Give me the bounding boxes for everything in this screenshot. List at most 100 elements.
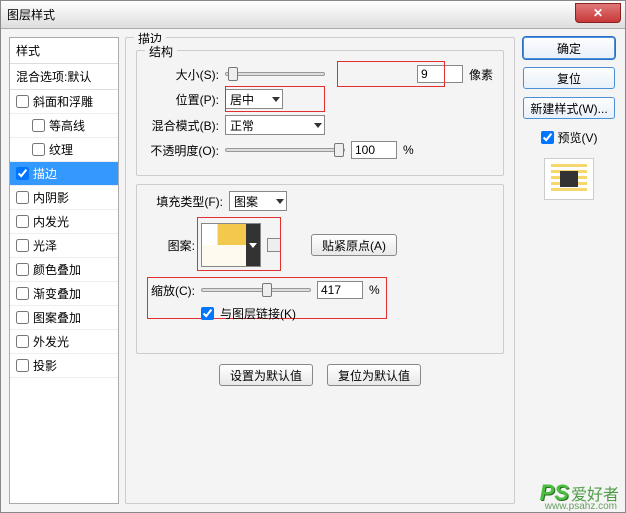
style-item-9[interactable]: 图案叠加	[10, 306, 118, 330]
pattern-swatch-icon	[202, 224, 246, 266]
styles-list-panel: 样式 混合选项:默认 斜面和浮雕等高线纹理描边内阴影内发光光泽颜色叠加渐变叠加图…	[9, 37, 119, 504]
opacity-label: 不透明度(O):	[147, 142, 219, 159]
preview-thumbnail	[544, 158, 594, 200]
style-label: 斜面和浮雕	[33, 93, 93, 110]
set-default-button[interactable]: 设置为默认值	[219, 364, 313, 386]
blend-options-header[interactable]: 混合选项:默认	[10, 64, 118, 90]
chevron-down-icon	[276, 199, 284, 204]
style-label: 颜色叠加	[33, 261, 81, 278]
preview-label: 预览(V)	[558, 129, 598, 146]
blend-mode-dropdown[interactable]: 正常	[225, 115, 325, 135]
style-label: 等高线	[49, 117, 85, 134]
style-checkbox[interactable]	[16, 287, 29, 300]
slider-thumb-icon[interactable]	[334, 143, 344, 157]
style-checkbox[interactable]	[16, 335, 29, 348]
slider-thumb-icon[interactable]	[228, 67, 238, 81]
opacity-input[interactable]	[351, 141, 397, 159]
link-layer-label: 与图层链接(K)	[220, 305, 296, 322]
style-label: 渐变叠加	[33, 285, 81, 302]
chevron-down-icon	[314, 123, 322, 128]
style-checkbox[interactable]	[16, 215, 29, 228]
watermark-url: www.psahz.com	[545, 501, 617, 512]
scale-slider[interactable]	[201, 288, 311, 292]
opacity-slider[interactable]	[225, 148, 345, 152]
dialog-window: 图层样式 ✕ 样式 混合选项:默认 斜面和浮雕等高线纹理描边内阴影内发光光泽颜色…	[0, 0, 626, 513]
fill-fieldset: 填充类型(F): 图案 图案:	[136, 184, 504, 354]
titlebar: 图层样式 ✕	[1, 1, 625, 29]
style-checkbox[interactable]	[16, 263, 29, 276]
blend-mode-row: 混合模式(B): 正常	[147, 115, 493, 135]
window-title: 图层样式	[7, 6, 55, 23]
chevron-down-icon	[272, 97, 280, 102]
pattern-row: 图案: 贴紧原点(A	[147, 223, 493, 267]
opacity-unit: %	[403, 143, 414, 157]
pattern-dropdown-button[interactable]	[246, 224, 260, 266]
style-label: 纹理	[49, 141, 73, 158]
styles-header[interactable]: 样式	[10, 38, 118, 64]
scale-label: 缩放(C):	[147, 282, 195, 299]
style-label: 光泽	[33, 237, 57, 254]
style-checkbox[interactable]	[16, 311, 29, 324]
new-style-button[interactable]: 新建样式(W)...	[523, 97, 615, 119]
position-dropdown[interactable]: 居中	[225, 89, 283, 109]
style-item-8[interactable]: 渐变叠加	[10, 282, 118, 306]
style-checkbox[interactable]	[16, 167, 29, 180]
snap-origin-button[interactable]: 贴紧原点(A)	[311, 234, 397, 256]
style-label: 投影	[33, 357, 57, 374]
filltype-label: 填充类型(F):	[147, 193, 223, 210]
size-row: 大小(S): 像素	[147, 65, 493, 83]
scale-row: 缩放(C): %	[147, 281, 493, 299]
blend-mode-label: 混合模式(B):	[147, 117, 219, 134]
style-label: 内阴影	[33, 189, 69, 206]
style-checkbox[interactable]	[16, 95, 29, 108]
style-label: 内发光	[33, 213, 69, 230]
position-value: 居中	[230, 91, 254, 108]
pattern-picker[interactable]	[201, 223, 261, 267]
position-label: 位置(P):	[147, 91, 219, 108]
preview-stroke-icon	[551, 164, 587, 194]
link-layer-checkbox[interactable]	[201, 307, 214, 320]
structure-fieldset: 结构 大小(S): 像素 位置(P): 居中	[136, 50, 504, 176]
style-item-1[interactable]: 等高线	[10, 114, 118, 138]
slider-thumb-icon[interactable]	[262, 283, 272, 297]
style-item-7[interactable]: 颜色叠加	[10, 258, 118, 282]
ok-button[interactable]: 确定	[523, 37, 615, 59]
style-item-0[interactable]: 斜面和浮雕	[10, 90, 118, 114]
close-button[interactable]: ✕	[575, 3, 621, 23]
size-unit: 像素	[469, 66, 493, 83]
style-checkbox[interactable]	[16, 191, 29, 204]
style-checkbox[interactable]	[32, 143, 45, 156]
preview-checkbox[interactable]	[541, 131, 554, 144]
style-item-10[interactable]: 外发光	[10, 330, 118, 354]
right-buttons-panel: 确定 复位 新建样式(W)... 预览(V)	[521, 37, 617, 504]
size-slider[interactable]	[225, 72, 325, 76]
filltype-value: 图案	[234, 193, 258, 210]
style-item-2[interactable]: 纹理	[10, 138, 118, 162]
structure-legend: 结构	[145, 43, 177, 60]
style-label: 外发光	[33, 333, 69, 350]
style-item-4[interactable]: 内阴影	[10, 186, 118, 210]
style-checkbox[interactable]	[16, 239, 29, 252]
scale-input[interactable]	[317, 281, 363, 299]
filltype-dropdown[interactable]: 图案	[229, 191, 287, 211]
cancel-button[interactable]: 复位	[523, 67, 615, 89]
stroke-fieldset: 描边 结构 大小(S): 像素 位置(P):	[125, 37, 515, 504]
style-checkbox[interactable]	[32, 119, 45, 132]
style-item-6[interactable]: 光泽	[10, 234, 118, 258]
style-label: 图案叠加	[33, 309, 81, 326]
reset-default-button[interactable]: 复位为默认值	[327, 364, 421, 386]
dialog-body: 样式 混合选项:默认 斜面和浮雕等高线纹理描边内阴影内发光光泽颜色叠加渐变叠加图…	[1, 29, 625, 512]
new-pattern-icon[interactable]	[267, 238, 281, 252]
size-input[interactable]	[417, 65, 463, 83]
opacity-row: 不透明度(O): %	[147, 141, 493, 159]
stroke-settings-panel: 描边 结构 大小(S): 像素 位置(P):	[125, 37, 515, 504]
style-item-11[interactable]: 投影	[10, 354, 118, 378]
scale-unit: %	[369, 283, 380, 297]
position-row: 位置(P): 居中	[147, 89, 493, 109]
style-item-5[interactable]: 内发光	[10, 210, 118, 234]
preview-row: 预览(V)	[541, 129, 598, 146]
style-checkbox[interactable]	[16, 359, 29, 372]
chevron-down-icon	[249, 243, 257, 248]
filltype-row: 填充类型(F): 图案	[147, 191, 493, 211]
style-item-3[interactable]: 描边	[10, 162, 118, 186]
